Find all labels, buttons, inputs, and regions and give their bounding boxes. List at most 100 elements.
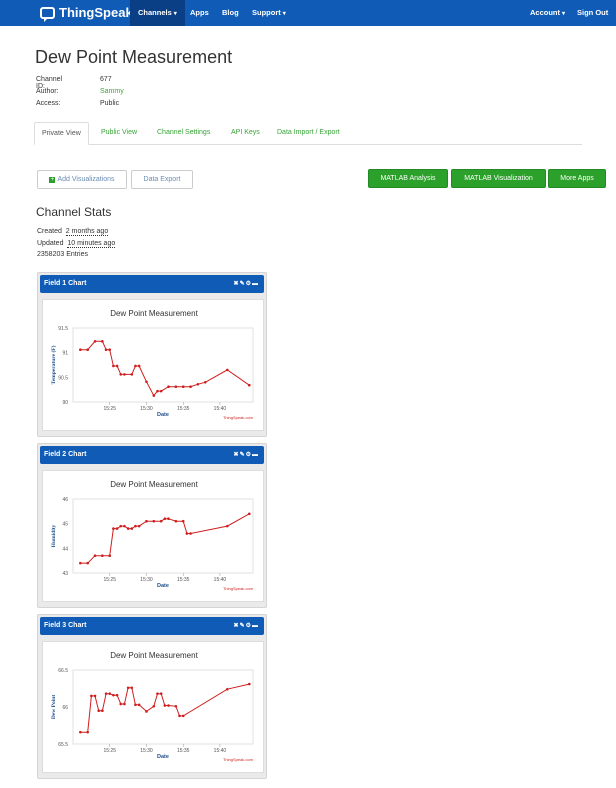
data-point bbox=[152, 704, 156, 708]
data-point bbox=[163, 517, 167, 521]
tab-public-view[interactable]: Public View bbox=[101, 122, 137, 145]
data-point bbox=[101, 554, 104, 558]
field-2-chart: Dew Point Measurement 43 44 45 46 15:25 15:30 1… bbox=[51, 480, 254, 591]
data-export-button[interactable]: Data Export bbox=[131, 170, 193, 189]
data-point bbox=[225, 524, 229, 528]
data-point bbox=[159, 519, 163, 523]
card-title: Field 1 Chart bbox=[44, 280, 87, 287]
data-point bbox=[86, 730, 89, 734]
data-point bbox=[130, 686, 134, 690]
x-axis-label: Date bbox=[157, 412, 169, 418]
minus-icon[interactable]: ▬ bbox=[252, 452, 259, 458]
x-tick-label: 15:30 bbox=[140, 577, 153, 583]
add-visualizations-button[interactable]: + Add Visualizations bbox=[37, 170, 127, 189]
series-line bbox=[80, 513, 250, 564]
plot-frame bbox=[72, 669, 254, 745]
y-tick-label: 91.5 bbox=[58, 326, 68, 332]
data-point bbox=[225, 368, 229, 372]
data-point bbox=[159, 389, 163, 393]
plot-frame bbox=[72, 498, 254, 574]
plus-icon: + bbox=[49, 177, 56, 183]
chart-title: Dew Point Measurement bbox=[110, 309, 198, 318]
meta-label: Access: bbox=[36, 100, 61, 107]
data-point bbox=[126, 527, 130, 530]
data-point bbox=[86, 348, 89, 352]
data-point bbox=[189, 385, 192, 389]
data-point bbox=[104, 692, 108, 695]
nav-channels[interactable]: Channels ▾ bbox=[130, 0, 185, 26]
nav-blog[interactable]: Blog bbox=[222, 0, 239, 26]
chart-title: Dew Point Measurement bbox=[110, 480, 198, 489]
data-point bbox=[115, 364, 119, 368]
x-tick-label: 15:35 bbox=[177, 748, 190, 754]
brand-logo[interactable]: ThingSpeak bbox=[40, 5, 133, 22]
data-point bbox=[145, 380, 148, 384]
data-point bbox=[93, 554, 97, 558]
x-tick-label: 15:35 bbox=[177, 406, 190, 412]
data-point bbox=[130, 373, 134, 376]
chart-area: Dew Point Measurement 65.5 66 66.5 15:25 15:3… bbox=[42, 641, 264, 773]
card-tools: ✖✎⚙▬ bbox=[234, 275, 259, 293]
tab-private-view[interactable]: Private View bbox=[34, 122, 89, 145]
credit-link: ThingSpeak.com bbox=[223, 586, 254, 591]
matlab-visualization-button[interactable]: MATLAB Visualization bbox=[451, 169, 546, 188]
data-point bbox=[108, 692, 112, 695]
y-axis-label: Temperature (F) bbox=[50, 345, 57, 384]
nav-sign-out[interactable]: Sign Out bbox=[577, 0, 608, 26]
meta-value: 677 bbox=[100, 76, 112, 83]
x-tick-label: 15:30 bbox=[140, 406, 153, 412]
y-tick-label: 66 bbox=[62, 705, 68, 711]
data-point bbox=[134, 364, 137, 368]
data-point bbox=[134, 703, 137, 707]
data-point bbox=[156, 692, 159, 695]
nav-support[interactable]: Support ▾ bbox=[252, 0, 286, 26]
data-point bbox=[101, 709, 104, 712]
stat-created: Created 2 months ago bbox=[37, 228, 109, 236]
data-point bbox=[112, 364, 115, 368]
data-point bbox=[126, 686, 130, 690]
data-point bbox=[101, 340, 104, 343]
data-point bbox=[134, 524, 137, 528]
data-point bbox=[112, 693, 115, 697]
tab-api-keys[interactable]: API Keys bbox=[231, 122, 260, 145]
data-point bbox=[115, 693, 119, 697]
y-tick-label: 66.5 bbox=[58, 668, 68, 674]
data-point bbox=[185, 532, 189, 535]
data-point bbox=[93, 694, 97, 698]
field-3-card: Field 3 Chart ✖✎⚙▬ Dew Point Measurement… bbox=[37, 614, 267, 779]
credit-link: ThingSpeak.com bbox=[223, 415, 254, 420]
matlab-analysis-button[interactable]: MATLAB Analysis bbox=[368, 169, 448, 188]
plot-frame bbox=[72, 327, 254, 403]
nav-apps[interactable]: Apps bbox=[190, 0, 209, 26]
channel-stats-heading: Channel Stats bbox=[36, 205, 112, 219]
y-tick-label: 46 bbox=[62, 497, 68, 503]
tab-channel-settings[interactable]: Channel Settings bbox=[157, 122, 210, 145]
nav-account-label: Account bbox=[530, 8, 560, 17]
author-link[interactable]: Sammy bbox=[100, 88, 124, 95]
channel-tabs: Private View Public View Channel Setting… bbox=[34, 122, 582, 145]
y-tick-label: 44 bbox=[62, 546, 68, 552]
data-point bbox=[174, 704, 178, 708]
x-tick-label: 15:30 bbox=[140, 748, 153, 754]
field-1-chart: Dew Point Measurement 90 90.5 91 91.5 15:25 15… bbox=[50, 309, 254, 420]
nav-account[interactable]: Account ▾ bbox=[530, 0, 565, 26]
card-header: Field 2 Chart ✖✎⚙▬ bbox=[40, 446, 264, 464]
more-apps-button[interactable]: More Apps bbox=[548, 169, 606, 188]
brand-name: ThingSpeak bbox=[59, 5, 133, 20]
tab-data-import-export[interactable]: Data Import / Export bbox=[277, 122, 340, 145]
data-point bbox=[108, 348, 112, 352]
data-point bbox=[174, 519, 178, 523]
data-point bbox=[178, 714, 181, 718]
field-3-chart: Dew Point Measurement 65.5 66 66.5 15:25 15:3… bbox=[51, 651, 254, 762]
data-point bbox=[248, 682, 251, 686]
minus-icon[interactable]: ▬ bbox=[252, 281, 259, 287]
chat-logo-icon bbox=[40, 6, 55, 22]
data-point bbox=[115, 527, 119, 530]
stat-label: Updated bbox=[37, 240, 64, 247]
minus-icon[interactable]: ▬ bbox=[252, 623, 259, 629]
data-point bbox=[203, 380, 207, 384]
data-point bbox=[167, 704, 170, 707]
data-point bbox=[97, 709, 101, 712]
chevron-down-icon: ▾ bbox=[173, 11, 177, 17]
data-point bbox=[145, 519, 148, 523]
